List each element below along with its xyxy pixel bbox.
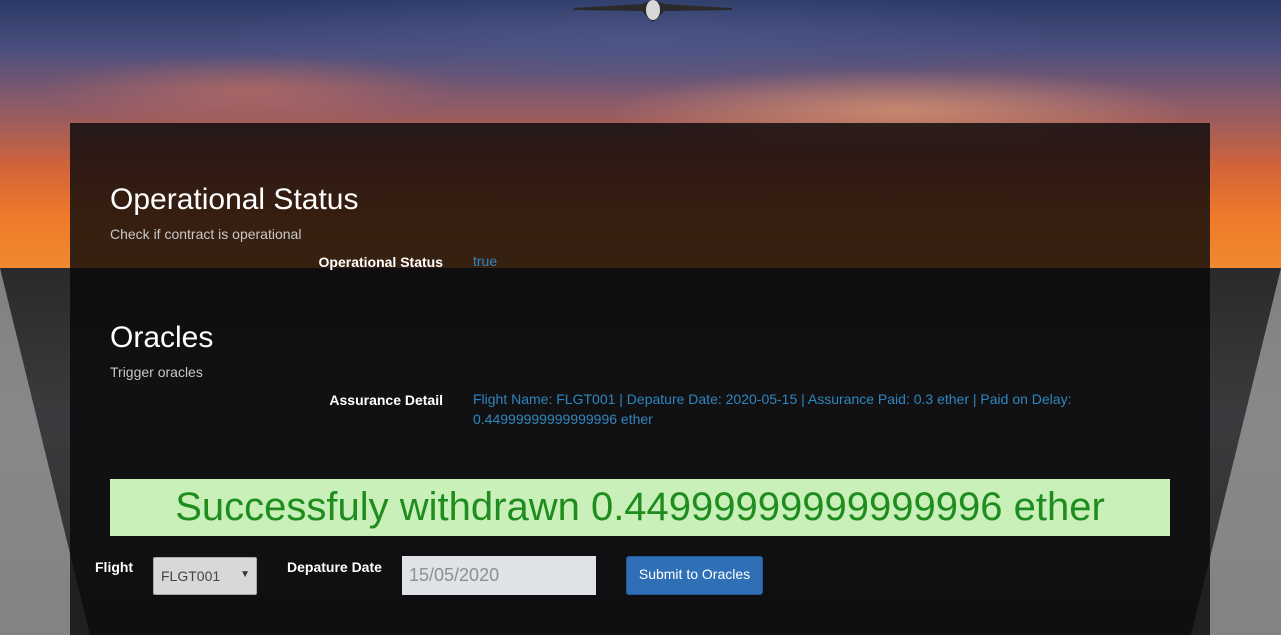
assurance-detail-label: Assurance Detail — [329, 392, 443, 408]
depature-date-input[interactable] — [402, 556, 596, 595]
flight-select[interactable]: FLGT001 ▼ — [153, 557, 257, 595]
operational-status-label: Operational Status — [318, 254, 443, 270]
operational-status-value: true — [473, 253, 498, 269]
flight-select-value: FLGT001 — [161, 568, 221, 584]
assurance-detail-value: Flight Name: FLGT001 | Depature Date: 20… — [473, 389, 1153, 429]
depature-date-label: Depature Date — [287, 559, 382, 575]
chevron-down-icon: ▼ — [240, 569, 250, 580]
oracles-title: Oracles — [110, 321, 214, 354]
assurance-detail-line1: Flight Name: FLGT001 | Depature Date: 20… — [473, 391, 1072, 407]
operational-status-subtitle: Check if contract is operational — [110, 226, 302, 242]
airplane-icon — [574, 0, 732, 22]
flight-label: Flight — [95, 559, 134, 575]
assurance-detail-line2: 0.44999999999999996 ether — [473, 411, 653, 427]
oracles-subtitle: Trigger oracles — [110, 364, 203, 380]
success-message: Successfuly withdrawn 0.4499999999999999… — [110, 479, 1170, 536]
submit-to-oracles-button[interactable]: Submit to Oracles — [626, 556, 763, 595]
operational-status-title: Operational Status — [110, 183, 359, 216]
